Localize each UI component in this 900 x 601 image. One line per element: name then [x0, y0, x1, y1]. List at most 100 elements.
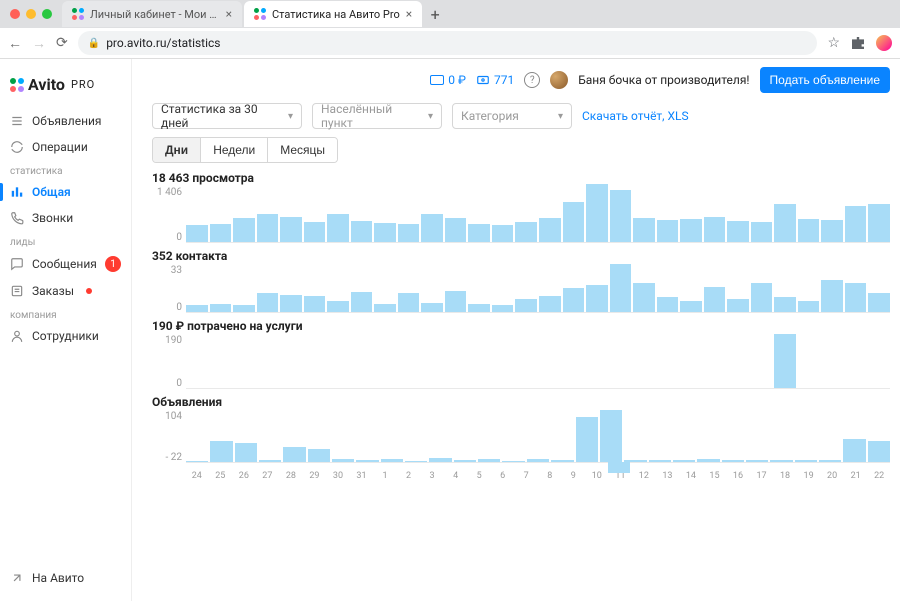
- chart-bar: [704, 217, 726, 242]
- y-tick: 0: [176, 302, 182, 313]
- new-tab-button[interactable]: +: [424, 5, 446, 24]
- user-avatar-icon[interactable]: [550, 71, 568, 89]
- sidebar-footer-link[interactable]: На Авито: [10, 565, 121, 591]
- close-tab-icon[interactable]: ×: [226, 8, 232, 20]
- chart-bar: [722, 460, 744, 463]
- sidebar-item-orders[interactable]: Заказы: [0, 278, 131, 304]
- granularity-day[interactable]: Дни: [153, 138, 201, 162]
- city-select[interactable]: Населённый пункт ▾: [312, 103, 442, 129]
- chart-bar: [576, 417, 598, 462]
- chart-bar: [751, 283, 773, 312]
- x-tick: 29: [304, 471, 326, 481]
- chart-bar: [795, 460, 817, 462]
- x-tick: 21: [845, 471, 867, 481]
- x-tick: 1: [374, 471, 396, 481]
- chart-bar: [845, 283, 867, 312]
- chart-bar: [821, 280, 843, 312]
- x-tick: 14: [680, 471, 702, 481]
- profile-avatar-icon[interactable]: [876, 35, 892, 51]
- chart-bar: [332, 459, 354, 462]
- user-listing-title[interactable]: Баня бочка от производителя!: [578, 73, 749, 87]
- chat-icon: [10, 257, 24, 271]
- views-counter[interactable]: 771: [476, 73, 514, 87]
- chart-bar: [563, 202, 585, 242]
- chevron-down-icon: ▾: [558, 111, 563, 122]
- forward-icon[interactable]: →: [32, 35, 46, 52]
- chart-bar: [445, 218, 467, 242]
- logo[interactable]: Avito PRO: [0, 69, 131, 108]
- stack-icon: [10, 114, 24, 128]
- filter-controls: Статистика за 30 дней ▾ Населённый пункт…: [132, 99, 900, 137]
- chart-bar: [746, 460, 768, 463]
- chart-title: 352 контакта: [152, 249, 890, 263]
- minimize-window-icon[interactable]: [26, 9, 36, 19]
- chart-bar: [381, 459, 403, 462]
- y-axis: 33 0: [152, 265, 186, 313]
- sidebar-item-general-stats[interactable]: Общая: [0, 179, 131, 205]
- download-report-link[interactable]: Скачать отчёт, XLS: [582, 109, 689, 123]
- y-tick: 104: [165, 411, 182, 422]
- extensions-icon[interactable]: [852, 37, 864, 49]
- sidebar-item-operations[interactable]: Операции: [0, 134, 131, 160]
- chart-title: 190 ₽ потрачено на услуги: [152, 319, 890, 333]
- url-input[interactable]: 🔒 pro.avito.ru/statistics: [78, 31, 818, 55]
- sidebar-group-label: лиды: [0, 231, 131, 250]
- favicon-icon: [72, 8, 84, 20]
- granularity-month[interactable]: Месяцы: [268, 138, 337, 162]
- close-tab-icon[interactable]: ×: [406, 8, 412, 20]
- bars-container: [186, 411, 890, 463]
- chart-bar: [798, 301, 820, 312]
- chart-bar: [374, 304, 396, 312]
- list-icon: [10, 284, 24, 298]
- chart-bar: [351, 292, 373, 312]
- reload-icon[interactable]: ⟳: [56, 35, 68, 51]
- chart-bar: [610, 190, 632, 242]
- maximize-window-icon[interactable]: [42, 9, 52, 19]
- x-tick: 17: [751, 471, 773, 481]
- chart-bar: [280, 217, 302, 242]
- wallet-icon: [430, 75, 444, 85]
- back-icon[interactable]: ←: [8, 35, 22, 52]
- post-listing-button[interactable]: Подать объявление: [760, 67, 890, 93]
- close-window-icon[interactable]: [10, 9, 20, 19]
- period-select[interactable]: Статистика за 30 дней ▾: [152, 103, 302, 129]
- help-button[interactable]: ?: [524, 72, 540, 88]
- chart-bar: [563, 288, 585, 312]
- y-tick: 33: [171, 265, 182, 276]
- chart-bar: [492, 225, 514, 242]
- chart-bar: [680, 219, 702, 242]
- sidebar-item-label: Общая: [32, 185, 71, 199]
- browser-tab-inactive[interactable]: Личный кабинет - Мои объяв ×: [62, 1, 242, 27]
- sidebar-item-label: Звонки: [32, 211, 73, 225]
- x-tick: 26: [233, 471, 255, 481]
- unread-badge: 1: [105, 256, 121, 272]
- x-tick: 4: [445, 471, 467, 481]
- granularity-week[interactable]: Недели: [201, 138, 268, 162]
- chart-title: Объявления: [152, 395, 890, 409]
- sidebar-item-messages[interactable]: Сообщения 1: [0, 250, 131, 278]
- window-controls[interactable]: [6, 9, 60, 19]
- chevron-down-icon: ▾: [288, 111, 293, 122]
- top-bar: 0 ₽ 771 ? Баня бочка от производителя! П…: [132, 59, 900, 99]
- lock-icon: 🔒: [88, 38, 100, 49]
- main-content: 0 ₽ 771 ? Баня бочка от производителя! П…: [132, 59, 900, 601]
- sidebar-group-label: статистика: [0, 160, 131, 179]
- category-select[interactable]: Категория ▾: [452, 103, 572, 129]
- sidebar-item-calls[interactable]: Звонки: [0, 205, 131, 231]
- chart-bar: [327, 301, 349, 312]
- sidebar-item-employees[interactable]: Сотрудники: [0, 323, 131, 349]
- sidebar-item-label: Сотрудники: [32, 329, 99, 343]
- sidebar-item-listings[interactable]: Объявления: [0, 108, 131, 134]
- browser-tab-active[interactable]: Статистика на Авито Pro ×: [244, 1, 422, 27]
- chart-bar: [308, 449, 330, 462]
- chart-bar: [819, 460, 841, 462]
- chart-bar: [478, 459, 500, 462]
- chart-bar: [429, 458, 451, 462]
- chart-bar: [610, 264, 632, 312]
- chevron-down-icon: ▾: [428, 111, 433, 122]
- wallet-balance[interactable]: 0 ₽: [430, 73, 466, 87]
- chart-bar: [186, 305, 208, 312]
- chart-bar: [697, 459, 719, 462]
- star-icon[interactable]: ☆: [827, 35, 840, 51]
- chart-bar: [798, 219, 820, 242]
